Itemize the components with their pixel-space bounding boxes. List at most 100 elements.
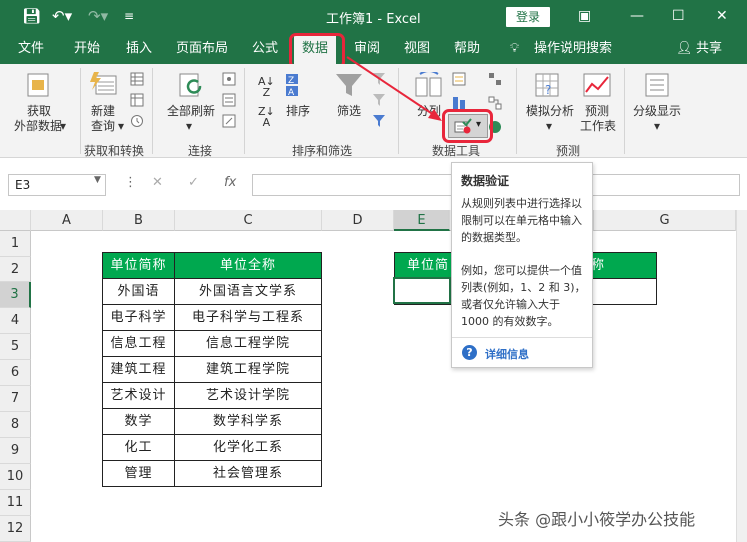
table-cell[interactable]: 建筑工程 <box>102 356 175 383</box>
name-box-chevron-icon[interactable]: ▼ <box>94 175 101 185</box>
refresh-all-label[interactable]: 全部刷新 <box>166 104 216 119</box>
column-header-a[interactable]: A <box>31 210 103 231</box>
tooltip-more-link[interactable]: 详细信息 <box>485 346 529 362</box>
group-get-transform: 获取和转换 <box>84 144 145 158</box>
column-header-g[interactable]: G <box>594 210 736 231</box>
consolidate-icon[interactable] <box>488 72 502 86</box>
row-header-10[interactable]: 10 <box>0 464 31 490</box>
sort-label[interactable]: 排序 <box>282 104 314 119</box>
table-icon[interactable] <box>130 72 144 86</box>
forecast-label[interactable]: 预测 <box>580 104 614 119</box>
table-cell[interactable]: 电子科学 <box>102 304 175 331</box>
table-header-short[interactable]: 单位简称 <box>102 252 175 279</box>
column-header-d[interactable]: D <box>322 210 394 231</box>
table-cell[interactable]: 外国语言文学系 <box>174 278 322 305</box>
close-icon[interactable]: ✕ <box>716 6 728 26</box>
outline-label[interactable]: 分级显示 <box>630 104 684 119</box>
tab-home[interactable]: 开始 <box>74 34 100 64</box>
e-table-header-left: 单位简 <box>407 258 450 273</box>
svg-text:Z: Z <box>288 76 294 86</box>
save-icon[interactable]: 💾︎ <box>22 6 41 26</box>
new-query-label2[interactable]: 查询 <box>86 119 120 134</box>
name-box[interactable]: E3 <box>8 174 106 196</box>
column-header-c[interactable]: C <box>175 210 322 231</box>
table-cell[interactable]: 管理 <box>102 460 175 487</box>
outline-icon[interactable] <box>642 72 672 98</box>
confirm-icon[interactable]: ✓ <box>188 175 199 190</box>
table-cell[interactable]: 艺术设计 <box>102 382 175 409</box>
refresh-all-icon[interactable] <box>178 72 208 98</box>
column-header-b[interactable]: B <box>103 210 175 231</box>
from-table-icon[interactable] <box>130 93 144 107</box>
drag-handle-icon[interactable]: ⋮ <box>124 175 137 190</box>
table-cell[interactable]: 数学科学系 <box>174 408 322 435</box>
worksheet[interactable]: A B C D E G 1 2 3 4 5 6 7 8 9 10 11 12 单… <box>0 210 747 542</box>
what-if-label[interactable]: 模拟分析 <box>524 104 576 119</box>
remove-duplicates-icon[interactable] <box>452 96 466 110</box>
forecast-label2[interactable]: 工作表 <box>576 119 620 134</box>
cancel-icon[interactable]: ✕ <box>152 175 163 190</box>
table-cell[interactable]: 艺术设计学院 <box>174 382 322 409</box>
new-query-icon[interactable] <box>88 72 118 98</box>
column-header-e[interactable]: E <box>394 210 450 231</box>
redo-icon[interactable]: ↷▾ <box>88 6 108 26</box>
separator <box>244 68 245 154</box>
tab-page-layout[interactable]: 页面布局 <box>176 34 228 64</box>
table-cell[interactable]: 信息工程学院 <box>174 330 322 357</box>
maximize-icon[interactable]: ☐ <box>672 6 685 26</box>
separator <box>80 68 81 154</box>
get-data-label[interactable]: 获取 <box>12 104 66 119</box>
row-header-6[interactable]: 6 <box>0 360 31 386</box>
vertical-scrollbar[interactable] <box>736 210 747 542</box>
table-cell[interactable]: 外国语 <box>102 278 175 305</box>
separator <box>624 68 625 154</box>
login-button[interactable]: 登录 <box>506 7 550 27</box>
share-button[interactable]: 共享 <box>696 34 722 64</box>
title-bar: 💾︎ ↶▾ ↷▾ ≡ 工作簿1 - Excel 登录 ▣ — ☐ ✕ <box>0 0 747 34</box>
table-cell[interactable]: 化学化工系 <box>174 434 322 461</box>
forecast-sheet-icon[interactable] <box>582 72 612 98</box>
get-data-icon[interactable] <box>24 72 54 98</box>
table-cell[interactable]: 社会管理系 <box>174 460 322 487</box>
selected-cell-e3[interactable] <box>393 277 451 304</box>
table-cell[interactable]: 数学 <box>102 408 175 435</box>
row-header-3[interactable]: 3 <box>0 282 31 308</box>
undo-icon[interactable]: ↶▾ <box>52 6 72 26</box>
row-header-12[interactable]: 12 <box>0 516 31 542</box>
table-cell[interactable]: 建筑工程学院 <box>174 356 322 383</box>
table-header-full[interactable]: 单位全称 <box>174 252 322 279</box>
row-header-4[interactable]: 4 <box>0 308 31 334</box>
what-if-icon[interactable]: ? <box>532 72 562 98</box>
recent-sources-icon[interactable] <box>130 114 144 128</box>
tab-insert[interactable]: 插入 <box>126 34 152 64</box>
flash-fill-icon[interactable] <box>452 72 466 86</box>
sort-za-icon[interactable]: Z↓ A <box>258 106 275 128</box>
select-all-corner[interactable] <box>0 210 31 231</box>
minimize-icon[interactable]: — <box>630 6 644 26</box>
relationships-icon[interactable] <box>488 96 502 110</box>
row-header-8[interactable]: 8 <box>0 412 31 438</box>
row-header-2[interactable]: 2 <box>0 257 31 282</box>
tab-file[interactable]: 文件 <box>18 34 44 64</box>
row-header-7[interactable]: 7 <box>0 386 31 412</box>
chevron-down-icon: ▾ <box>546 119 553 133</box>
tab-help[interactable]: 帮助 <box>454 34 480 64</box>
tab-formulas[interactable]: 公式 <box>252 34 278 64</box>
restore-icon[interactable]: ▣ <box>578 6 591 26</box>
connections-icon[interactable] <box>222 72 236 86</box>
row-header-11[interactable]: 11 <box>0 490 31 516</box>
sort-icon[interactable]: ZA <box>284 72 314 98</box>
table-cell[interactable]: 电子科学与工程系 <box>174 304 322 331</box>
insert-function-icon[interactable]: fx <box>224 175 236 190</box>
sort-az-icon[interactable]: A↓ Z <box>258 76 275 98</box>
tell-me-search[interactable]: 操作说明搜索 <box>534 34 612 64</box>
row-header-1[interactable]: 1 <box>0 231 31 257</box>
row-header-5[interactable]: 5 <box>0 334 31 360</box>
table-cell[interactable]: 化工 <box>102 434 175 461</box>
edit-links-icon[interactable] <box>222 114 236 128</box>
table-cell[interactable]: 信息工程 <box>102 330 175 357</box>
properties-icon[interactable] <box>222 93 236 107</box>
customize-icon[interactable]: ≡ <box>124 6 134 26</box>
row-header-9[interactable]: 9 <box>0 438 31 464</box>
new-query-label[interactable]: 新建 <box>86 104 120 119</box>
